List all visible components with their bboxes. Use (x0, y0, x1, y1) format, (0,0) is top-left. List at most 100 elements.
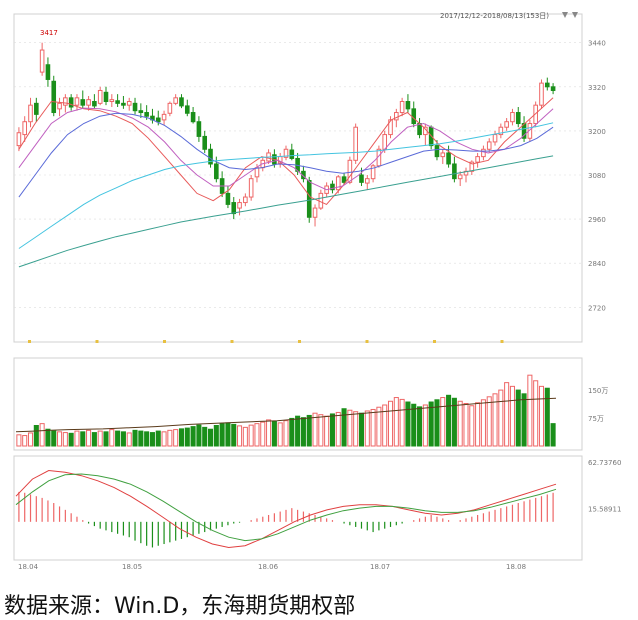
candle-down (196, 121, 202, 137)
volume-series (15, 374, 557, 447)
volume-tick-label: 150万 (588, 387, 608, 395)
candle-down (132, 102, 138, 112)
candle-up (510, 112, 515, 123)
volume-bar-down (190, 426, 196, 447)
volume-tick-label: 75万 (588, 415, 604, 423)
candle-down (231, 202, 237, 215)
candle-down (144, 112, 149, 117)
volume-bar-up (533, 380, 539, 447)
event-marker (298, 340, 301, 343)
volume-bar-up (57, 431, 63, 447)
volume-bar-down (544, 387, 550, 447)
volume-bar-down (68, 432, 74, 447)
volume-bar-down (132, 429, 138, 447)
candle-up (248, 178, 254, 198)
macd-dif-line (15, 469, 557, 549)
candle-up (237, 202, 242, 209)
candle-down (138, 110, 144, 114)
candle-up (74, 97, 80, 106)
volume-bar-up (370, 408, 376, 447)
volume-bar-up (248, 424, 254, 447)
candle-down (92, 101, 97, 107)
candle-down (341, 176, 347, 183)
candle-down (405, 101, 411, 110)
volume-bar-up (318, 414, 324, 447)
volume-bar-down (103, 431, 109, 447)
volume-bar-up (463, 403, 469, 447)
volume-bar-down (45, 428, 51, 447)
candle-up (173, 97, 178, 104)
volume-bar-up (161, 431, 167, 447)
volume-bar-up (538, 385, 545, 447)
data-source-note: 数据来源：Win.D，东海期货期权部 (4, 594, 356, 619)
volume-bar-up (475, 402, 481, 447)
volume-bar-down (428, 401, 434, 447)
volume-bar-down (178, 428, 185, 447)
volume-bar-up (399, 398, 405, 447)
volume-bar-down (202, 426, 208, 447)
volume-bar-down (196, 424, 202, 447)
candle-down (452, 163, 457, 180)
volume-bar-up (167, 429, 173, 447)
candle-down (68, 97, 74, 108)
candle-down (190, 112, 196, 123)
event-marker (433, 340, 436, 343)
peak-price-label: 3417 (40, 29, 58, 37)
volume-bar-up (504, 382, 510, 447)
volume-bar-down (213, 425, 219, 447)
price-tick-label: 3320 (588, 84, 606, 92)
candle-down (45, 64, 51, 80)
candle-down (202, 135, 208, 150)
candle-down (184, 105, 190, 114)
candle-up (382, 134, 388, 150)
date-tick-label: 18.06 (258, 563, 279, 571)
volume-bar-up (486, 396, 492, 447)
candle-up (318, 192, 324, 209)
candle-up (16, 132, 22, 147)
candle-down (434, 145, 440, 158)
volume-bar-down (138, 430, 144, 447)
volume-bar-up (254, 423, 260, 447)
candle-up (28, 104, 33, 123)
volume-bar-up (277, 422, 283, 447)
event-marker (365, 340, 369, 343)
volume-bar-down (33, 425, 39, 447)
ma60-line (18, 122, 554, 249)
date-tick-label: 18.07 (370, 563, 390, 571)
price-tick-label: 2720 (588, 304, 606, 312)
candle-down (446, 152, 451, 165)
volume-bar-up (97, 430, 103, 447)
price-tick-label: 2960 (588, 216, 606, 224)
date-tick-label: 18.08 (506, 563, 526, 571)
volume-bar-up (347, 409, 353, 447)
candle-up (539, 82, 544, 106)
volume-bar-up (364, 410, 370, 447)
volume-bar-down (306, 414, 312, 447)
volume-bar-down (358, 412, 365, 447)
candle-up (504, 121, 509, 128)
volume-bar-down (550, 423, 556, 447)
candle-up (486, 141, 492, 150)
volume-bar-up (393, 397, 399, 447)
volume-bar-down (120, 431, 126, 447)
volume-bar-up (312, 412, 318, 447)
price-tick-label: 2840 (588, 260, 606, 268)
volume-bar-up (353, 411, 359, 447)
event-marker (95, 340, 99, 343)
volume-bar-up (422, 404, 428, 447)
candle-up (57, 102, 62, 110)
candle-down (121, 102, 126, 106)
candle-up (394, 112, 399, 121)
candle-up (39, 49, 45, 73)
candle-up (63, 97, 68, 106)
candle-up (492, 134, 498, 143)
volume-bar-down (80, 431, 86, 447)
stock-chart: 2017/12/12-2018/08/13(153日) 3440 3320 3200… (13, 12, 621, 571)
candle-up (347, 159, 353, 183)
volume-bar-down (155, 430, 161, 447)
candle-down (155, 117, 161, 123)
candle-up (353, 126, 358, 161)
volume-bar-up (498, 389, 504, 447)
volume-bar-down (51, 430, 57, 447)
volume-bar-up (173, 429, 179, 447)
